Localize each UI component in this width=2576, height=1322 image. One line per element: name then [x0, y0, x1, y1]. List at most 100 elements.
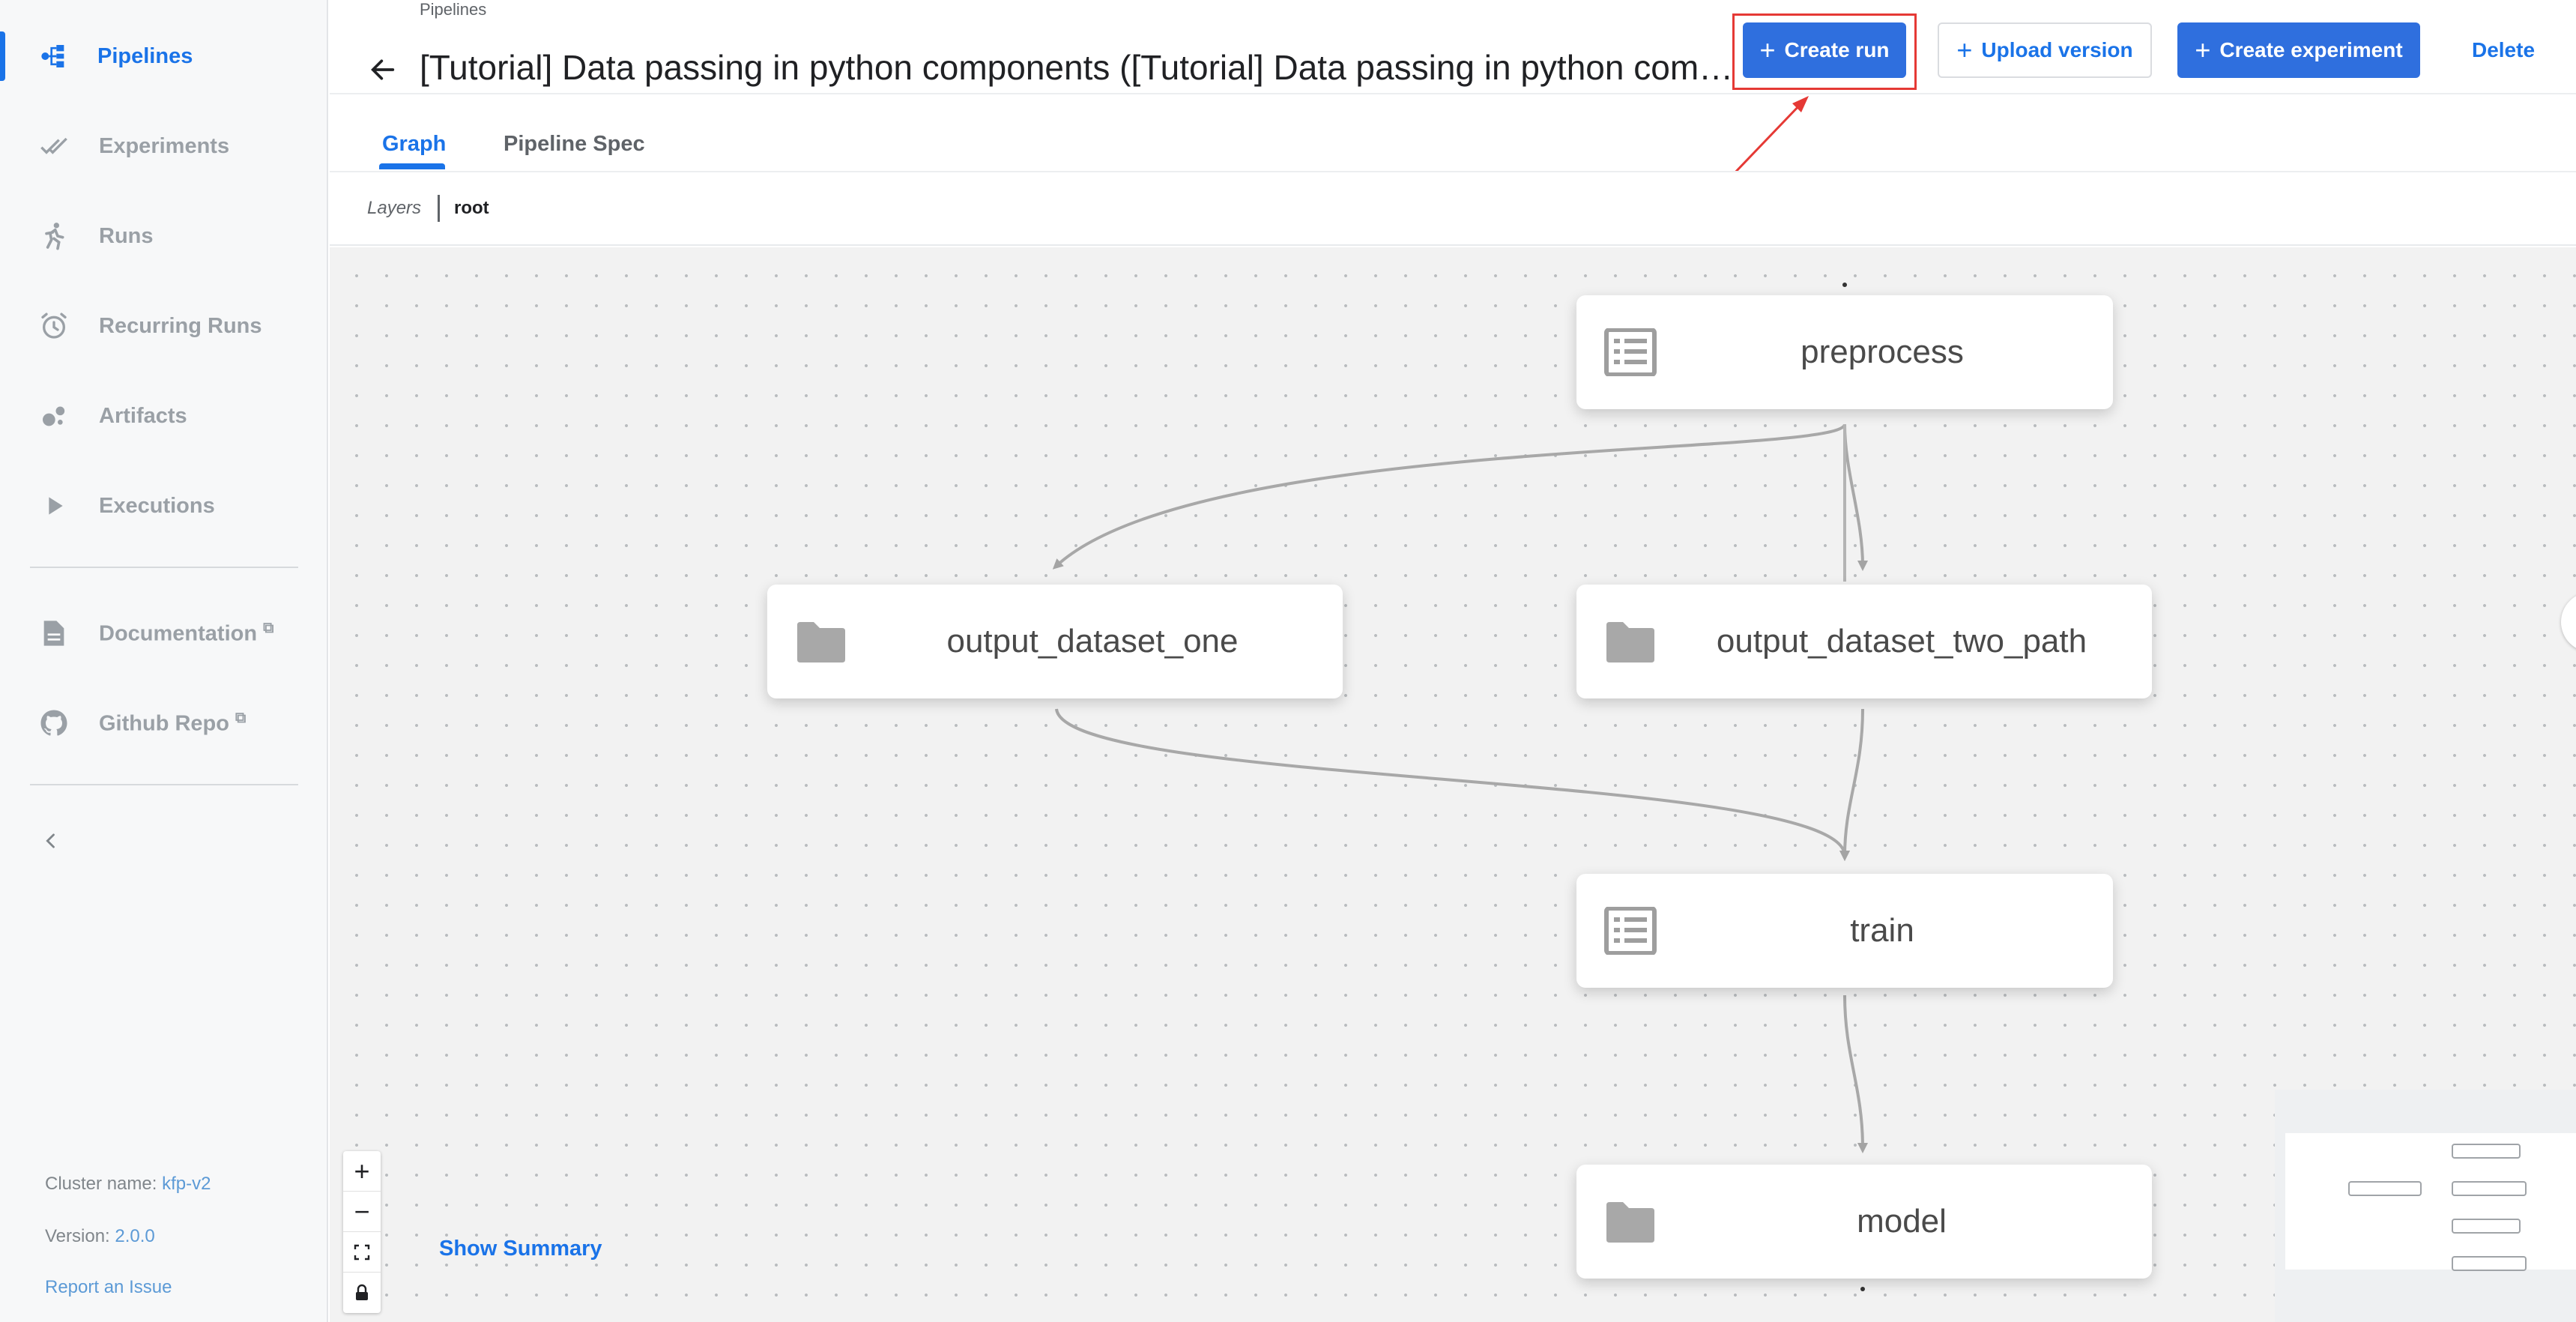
zoom-in-button[interactable]: + — [343, 1151, 381, 1192]
list-icon — [1604, 907, 1657, 955]
tab-pipeline-spec[interactable]: Pipeline Spec — [504, 132, 645, 157]
upload-version-label: Upload version — [1981, 38, 2133, 61]
sidebar-item-pipelines[interactable]: Pipelines — [0, 22, 327, 90]
sidebar: Pipelines Experiments Runs Recurring Run… — [0, 0, 328, 1322]
report-issue-link[interactable]: Report an Issue — [45, 1277, 172, 1298]
github-label: Github Repo — [99, 711, 229, 736]
layers-label: Layers — [367, 198, 422, 218]
graph-node-output-dataset-one[interactable]: output_dataset_one — [767, 585, 1343, 698]
breadcrumb[interactable]: Pipelines — [420, 0, 486, 19]
external-link-icon: ⧉ — [263, 620, 274, 637]
lock-icon — [356, 1284, 368, 1300]
graph-node-output-dataset-two-path[interactable]: output_dataset_two_path — [1576, 585, 2152, 698]
folder-icon — [797, 622, 845, 662]
external-link-icon: ⧉ — [235, 710, 247, 727]
sidebar-link-documentation[interactable]: Documentation ⧉ — [0, 600, 327, 667]
layers-separator — [438, 195, 440, 222]
arrow-left-icon — [371, 59, 395, 80]
delete-button[interactable]: Delete — [2452, 22, 2555, 78]
cluster-value: kfp-v2 — [162, 1174, 211, 1194]
sidebar-item-label: Recurring Runs — [99, 313, 262, 338]
plus-icon: + — [1759, 34, 1776, 65]
graph-node-preprocess[interactable]: preprocess — [1576, 295, 2113, 409]
runs-icon — [37, 220, 70, 253]
edge-anchor — [1842, 283, 1847, 287]
lock-button[interactable] — [343, 1273, 381, 1313]
sidebar-divider — [30, 567, 298, 568]
sidebar-divider — [30, 784, 298, 785]
sidebar-item-recurring-runs[interactable]: Recurring Runs — [0, 292, 327, 360]
list-icon — [1604, 328, 1657, 376]
version-value[interactable]: 2.0.0 — [115, 1226, 154, 1246]
edge-preprocess-output-dataset-one — [1052, 423, 1846, 570]
sidebar-item-label: Github Repo ⧉ — [99, 710, 246, 737]
pipeline-graph-canvas[interactable]: preprocess output_dataset_one output_dat… — [330, 247, 2576, 1322]
show-summary-button[interactable]: Show Summary — [439, 1237, 602, 1261]
sidebar-item-label: Executions — [99, 493, 215, 518]
edge-anchor — [1860, 1287, 1865, 1291]
sidebar-item-executions[interactable]: Executions — [0, 472, 327, 540]
create-run-button[interactable]: + Create run — [1743, 22, 1906, 78]
sidebar-item-runs[interactable]: Runs — [0, 202, 327, 270]
create-run-label: Create run — [1784, 38, 1890, 61]
github-icon — [37, 707, 70, 740]
sidebar-item-experiments[interactable]: Experiments — [0, 112, 327, 180]
minimap-node — [2452, 1181, 2527, 1196]
document-icon — [37, 617, 70, 650]
create-experiment-label: Create experiment — [2219, 38, 2403, 61]
sidebar-item-label: Pipelines — [97, 43, 193, 68]
version-info: Version: 2.0.0 — [45, 1226, 155, 1247]
fit-view-icon — [354, 1244, 370, 1260]
header-divider — [330, 93, 2576, 94]
alarm-clock-icon — [37, 310, 70, 342]
node-label: output_dataset_one — [946, 623, 1239, 660]
zoom-controls: + − — [343, 1151, 381, 1313]
edge-output-dataset-one-train — [1055, 708, 1850, 861]
plus-icon: + — [2195, 34, 2211, 65]
graph-minimap[interactable] — [2275, 1090, 2576, 1322]
back-button[interactable] — [363, 49, 403, 90]
plus-icon: + — [1956, 34, 1973, 65]
node-label: output_dataset_two_path — [1716, 623, 2087, 660]
play-icon — [37, 489, 70, 522]
minimap-viewport — [2285, 1133, 2576, 1270]
sidebar-item-label: Runs — [99, 223, 154, 248]
layers-bar: Layers root — [330, 172, 2576, 246]
cluster-label: Cluster name: — [45, 1174, 157, 1194]
graph-node-train[interactable]: train — [1576, 874, 2113, 988]
pipelines-icon — [37, 40, 70, 73]
node-label: model — [1857, 1203, 1947, 1240]
node-label: train — [1850, 912, 1914, 949]
edge-output-dataset-two-path-train — [1839, 708, 1864, 861]
sidebar-item-label: Documentation ⧉ — [99, 620, 273, 647]
upload-version-button[interactable]: + Upload version — [1938, 22, 2152, 78]
sidebar-link-github[interactable]: Github Repo ⧉ — [0, 689, 327, 757]
node-label: preprocess — [1801, 333, 1964, 370]
graph-edges — [1052, 283, 1868, 1291]
create-experiment-button[interactable]: + Create experiment — [2177, 22, 2420, 78]
cluster-name: Cluster name: kfp-v2 — [45, 1174, 211, 1195]
tab-graph[interactable]: Graph — [382, 132, 446, 157]
zoom-out-button[interactable]: − — [343, 1192, 381, 1232]
sidebar-item-label: Artifacts — [99, 403, 187, 428]
edge-train-model — [1843, 994, 1868, 1153]
fit-view-button[interactable] — [343, 1232, 381, 1273]
page-title: [Tutorial] Data passing in python compon… — [420, 48, 1735, 87]
minimap-node — [2452, 1144, 2521, 1159]
minimap-node — [2452, 1256, 2527, 1271]
artifacts-icon — [37, 399, 70, 432]
folder-icon — [1606, 622, 1654, 662]
experiments-icon — [37, 130, 70, 163]
sidebar-item-label: Experiments — [99, 133, 230, 158]
layer-root[interactable]: root — [454, 198, 489, 219]
collapse-sidebar-button[interactable] — [34, 824, 67, 857]
active-tab-indicator — [379, 163, 445, 169]
version-label: Version: — [45, 1226, 110, 1246]
documentation-label: Documentation — [99, 621, 258, 646]
sidebar-item-artifacts[interactable]: Artifacts — [0, 382, 327, 450]
chevron-left-icon — [46, 833, 55, 848]
edge-preprocess-output-dataset-two-path — [1843, 423, 1868, 571]
minimap-node — [2452, 1219, 2521, 1234]
graph-node-model[interactable]: model — [1576, 1165, 2152, 1279]
folder-icon — [1606, 1202, 1654, 1243]
